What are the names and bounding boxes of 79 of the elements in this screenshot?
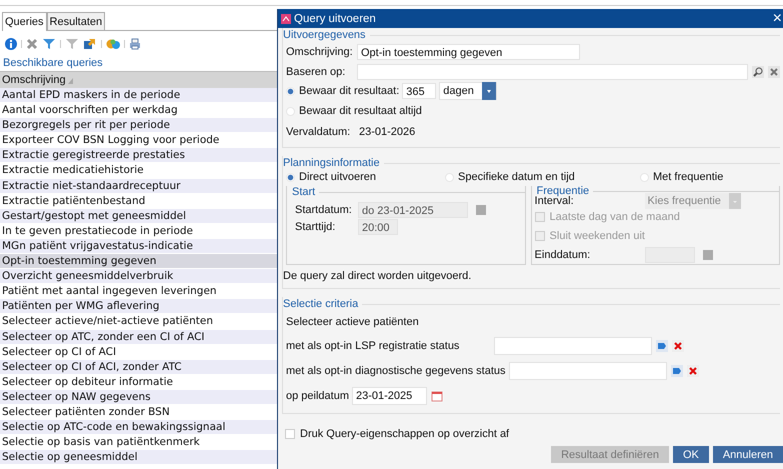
option-label: Bewaar dit resultaat:	[299, 85, 400, 97]
table-row[interactable]: Selectie op basis van patiëntkenmerk	[0, 435, 277, 450]
option-label: Druk Query-eigenschappen op overzicht af	[300, 428, 510, 440]
table-row[interactable]: Extractie niet-standaardreceptuur	[0, 178, 277, 194]
dialog-button[interactable]: OK	[672, 446, 709, 463]
tab[interactable]: Resultaten	[46, 12, 106, 30]
shapes-icon[interactable]	[106, 38, 120, 50]
table-row[interactable]: MGn patiënt vrijgavestatus-indicatie	[0, 238, 277, 254]
field-label: Vervaldatum:	[286, 126, 352, 138]
caret-icon	[482, 82, 496, 100]
table-row[interactable]: Selecteer op CI of ACI, zonder ATC	[0, 360, 277, 375]
radio-button[interactable]	[445, 172, 454, 182]
transfer-icon[interactable]	[83, 38, 97, 50]
section-title: Selectie criteria	[283, 298, 358, 310]
table-row[interactable]: Opt-in toestemming gegeven	[0, 254, 277, 270]
table-row[interactable]: Aantal EPD maskers in de periode	[0, 88, 277, 104]
section-title: Frequentie	[536, 187, 590, 196]
field-label: Omschrijving:	[286, 46, 354, 58]
option-label: Bewaar dit resultaat altijd	[299, 105, 422, 117]
status-message: De query zal direct worden uitgevoerd.	[283, 269, 472, 284]
table-row[interactable]: Selectie op geneesmiddel	[0, 450, 277, 466]
table-row[interactable]: Selecteer op NAW gegevens	[0, 390, 277, 405]
lookup-icon[interactable]	[656, 340, 668, 352]
text-field[interactable]	[357, 64, 748, 80]
section-title: Beschikbare queries	[3, 57, 103, 69]
unit-dropdown[interactable]: dagen	[439, 82, 497, 100]
app-icon	[281, 14, 291, 24]
lookup-icon[interactable]	[670, 364, 683, 376]
search-icon[interactable]	[752, 66, 764, 78]
text-field[interactable]	[508, 362, 667, 380]
column-header[interactable]: Omschrijving	[0, 72, 277, 88]
text-field[interactable]: Opt-in toestemming gegeven	[357, 44, 580, 60]
section-title: Uitvoergegevens	[283, 29, 366, 41]
dialog-button[interactable]: Annuleren	[712, 446, 783, 463]
section-title: Start	[291, 186, 316, 198]
table-row[interactable]: Selectie op ATC-code en bewakingssignaal	[0, 420, 277, 436]
radio-button[interactable]	[640, 172, 649, 182]
table-row[interactable]: Selecteer op ATC, zonder een CI of ACI	[0, 330, 277, 345]
field-label: Baseren op:	[286, 66, 346, 78]
table-row[interactable]: Patiënt met aantal ingegeven leveringen	[0, 284, 277, 300]
sort-icon	[68, 78, 73, 84]
window-title: Query uitvoeren	[294, 12, 377, 24]
radio-button[interactable]	[286, 172, 295, 182]
field-label: Interval:	[534, 195, 574, 208]
option-label: Specifieke datum en tijd	[458, 171, 575, 183]
field-label: Einddatum:	[534, 248, 592, 261]
table-row[interactable]: Bezorgregels per rit per periode	[0, 118, 277, 134]
field-label: met als opt-in LSP registratie status	[286, 340, 460, 352]
tab[interactable]: Queries	[2, 12, 47, 31]
info-icon[interactable]	[5, 38, 17, 50]
clear-icon[interactable]	[768, 66, 780, 78]
section-title: Planningsinformatie	[283, 157, 380, 169]
option-label: Sluit weekenden uit	[550, 230, 645, 242]
date-field[interactable]: 23-01-2025	[352, 386, 427, 404]
print-icon[interactable]	[129, 38, 141, 50]
remove-icon[interactable]	[672, 340, 684, 352]
option-label: Met frequentie	[653, 171, 724, 183]
criteria-heading: Selecteer actieve patiënten	[285, 315, 420, 330]
checkbox[interactable]	[285, 429, 295, 439]
table-row[interactable]: Overzicht geneesmiddelverbruik	[0, 269, 277, 284]
text-field[interactable]	[494, 336, 652, 354]
field-label: Startdatum:	[295, 204, 353, 216]
number-field[interactable]: 365	[402, 83, 436, 99]
field-label: op peildatum	[286, 390, 349, 402]
option-label: Laatste dag van de maand	[550, 211, 680, 223]
table-row[interactable]: Extractie geregistreerde prestaties	[0, 148, 277, 164]
field-label: Starttijd:	[295, 220, 336, 232]
calendar-icon[interactable]	[431, 390, 443, 402]
filter-icon[interactable]	[42, 38, 56, 50]
remove-icon[interactable]	[686, 364, 699, 376]
option-label: Direct uitvoeren	[299, 171, 376, 183]
table-row[interactable]: Exporteer COV BSN Logging voor periode	[0, 133, 277, 148]
table-row[interactable]: Gestart/gestopt met geneesmiddel	[0, 208, 277, 224]
close-button[interactable]: ×	[772, 10, 783, 26]
table-row[interactable]: Patiënten per WMG aflevering	[0, 299, 277, 314]
radio-button[interactable]	[286, 106, 295, 116]
radio-button[interactable]	[286, 86, 295, 96]
expiry-date: 23-01-2026	[359, 126, 416, 138]
field-label: met als opt-in diagnostische gegevens status	[286, 364, 506, 376]
